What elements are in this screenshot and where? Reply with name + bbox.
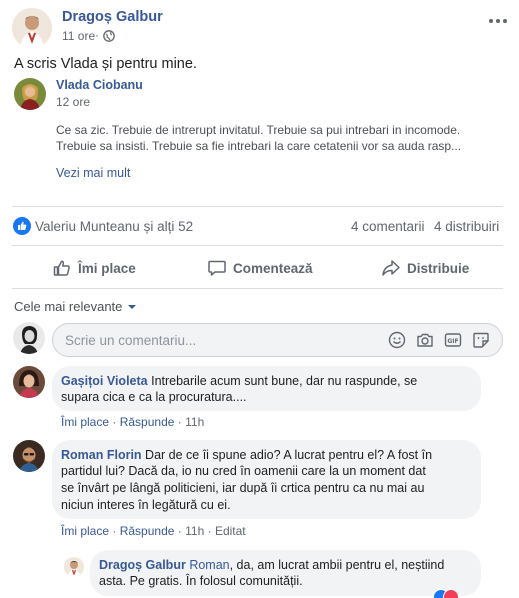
comment-text-line1: Intrebarile acum sunt bune, dar nu raspu… <box>151 374 418 388</box>
divider <box>12 206 503 207</box>
comment-author-avatar[interactable] <box>13 366 45 398</box>
reply-text-line2: asta. Pe gratis. În folosul comunității. <box>99 574 303 588</box>
dot-separator: · <box>112 415 120 429</box>
divider <box>12 288 503 289</box>
comment-text-line2: partidul lui? Dacă da, io nu cred în oam… <box>61 464 426 478</box>
thumbs-up-icon <box>53 260 70 276</box>
comment-author-avatar[interactable] <box>13 440 45 472</box>
globe-icon <box>103 30 115 45</box>
comment-button-label: Comentează <box>233 260 313 276</box>
camera-icon[interactable] <box>416 331 434 352</box>
reply-line: Dragoș Galbur Roman, da, am lucrat ambii… <box>99 558 444 572</box>
comment-actions: Îmi place · Răspunde · 11h <box>61 415 204 429</box>
comment-bubble: Gașițoi Violeta Intrebarile acum sunt bu… <box>52 366 481 411</box>
comment-bubble-icon <box>208 260 226 276</box>
post-author-name[interactable]: Dragoș Galbur <box>62 9 163 25</box>
comment-time[interactable]: 11h <box>185 524 204 538</box>
comment-input-placeholder: Scrie un comentariu... <box>65 333 197 348</box>
comment-input[interactable]: Scrie un comentariu... GIF <box>52 323 503 357</box>
post-text: A scris Vlada și pentru mine. <box>14 56 197 72</box>
comment-button[interactable]: Comentează <box>207 258 313 278</box>
love-icon <box>443 589 459 598</box>
comment-actions: Îmi place · Răspunde · 11h · Editat <box>61 524 246 538</box>
see-more-link[interactable]: Vezi mai mult <box>56 166 130 180</box>
comment-text-line3: se învârt pe lângă politicieni, iar după… <box>61 481 425 495</box>
comment-author-name[interactable]: Gașițoi Violeta <box>61 374 148 388</box>
current-user-avatar <box>13 322 45 354</box>
svg-text:GIF: GIF <box>447 338 458 345</box>
post-time[interactable]: 11 ore <box>62 29 95 43</box>
reply-author-avatar[interactable] <box>64 557 84 577</box>
like-button[interactable]: Îmi place <box>52 258 136 278</box>
share-arrow-icon <box>382 260 400 276</box>
gif-icon[interactable]: GIF <box>444 331 462 352</box>
comment-sort-dropdown[interactable]: Cele mai relevante <box>14 299 137 314</box>
like-icon <box>13 217 31 238</box>
comment-line: Roman Florin Dar de ce îi spune adio? A … <box>61 448 432 462</box>
more-horizontal-icon[interactable] <box>488 12 508 27</box>
comment-reply-link[interactable]: Răspunde <box>120 524 175 538</box>
reactions-summary[interactable]: Valeriu Munteanu și alți 52 <box>35 219 193 234</box>
shared-author-name[interactable]: Vlada Ciobanu <box>56 78 143 92</box>
emoji-icon[interactable] <box>388 331 406 352</box>
comment-sort-label: Cele mai relevante <box>14 299 123 314</box>
comment-text-line4: niciun interes în legătură cu ei. <box>61 498 231 512</box>
shared-text-line1: Ce sa zic. Trebuie de intrerupt invitatu… <box>56 123 461 137</box>
share-button-label: Distribuie <box>407 260 470 276</box>
comment-text-line1: Dar de ce îi spune adio? A lucrat pentru… <box>145 448 433 462</box>
dot-separator: · <box>95 28 99 42</box>
reply-reactions[interactable] <box>433 589 469 598</box>
comments-count[interactable]: 4 comentarii <box>351 219 425 234</box>
sticker-icon[interactable] <box>472 331 490 352</box>
comment-like-link[interactable]: Îmi place <box>61 524 109 538</box>
shared-time[interactable]: 12 ore <box>56 95 90 109</box>
shares-count[interactable]: 4 distribuiri <box>434 219 499 234</box>
dot-separator: · <box>207 524 215 538</box>
comment-like-link[interactable]: Îmi place <box>61 415 109 429</box>
post-author-avatar[interactable] <box>12 8 52 48</box>
reply-mention[interactable]: Roman <box>189 558 229 572</box>
shared-author-avatar[interactable] <box>14 78 46 110</box>
comment-time[interactable]: 11h <box>185 415 204 429</box>
reply-text-line1: , da, am lucrat ambii pentru el, neștiin… <box>229 558 445 572</box>
reply-author-name[interactable]: Dragoș Galbur <box>99 558 186 572</box>
reply-bubble: Dragoș Galbur Roman, da, am lucrat ambii… <box>90 550 481 596</box>
comment-line: Gașițoi Violeta Intrebarile acum sunt bu… <box>61 374 417 388</box>
caret-down-icon <box>128 304 137 309</box>
comment-edited-label[interactable]: Editat <box>215 524 246 538</box>
like-button-label: Îmi place <box>78 260 136 276</box>
comment-author-name[interactable]: Roman Florin <box>61 448 142 462</box>
dot-separator: · <box>112 524 120 538</box>
comment-text-line2: supara cica e ca la procuratura.... <box>61 390 247 404</box>
divider <box>12 245 503 246</box>
comment-bubble: Roman Florin Dar de ce îi spune adio? A … <box>52 440 481 519</box>
shared-text-line2: Trebuie sa insisti. Trebuie sa fie intre… <box>56 139 462 153</box>
comment-reply-link[interactable]: Răspunde <box>120 415 175 429</box>
share-button[interactable]: Distribuie <box>381 258 469 278</box>
